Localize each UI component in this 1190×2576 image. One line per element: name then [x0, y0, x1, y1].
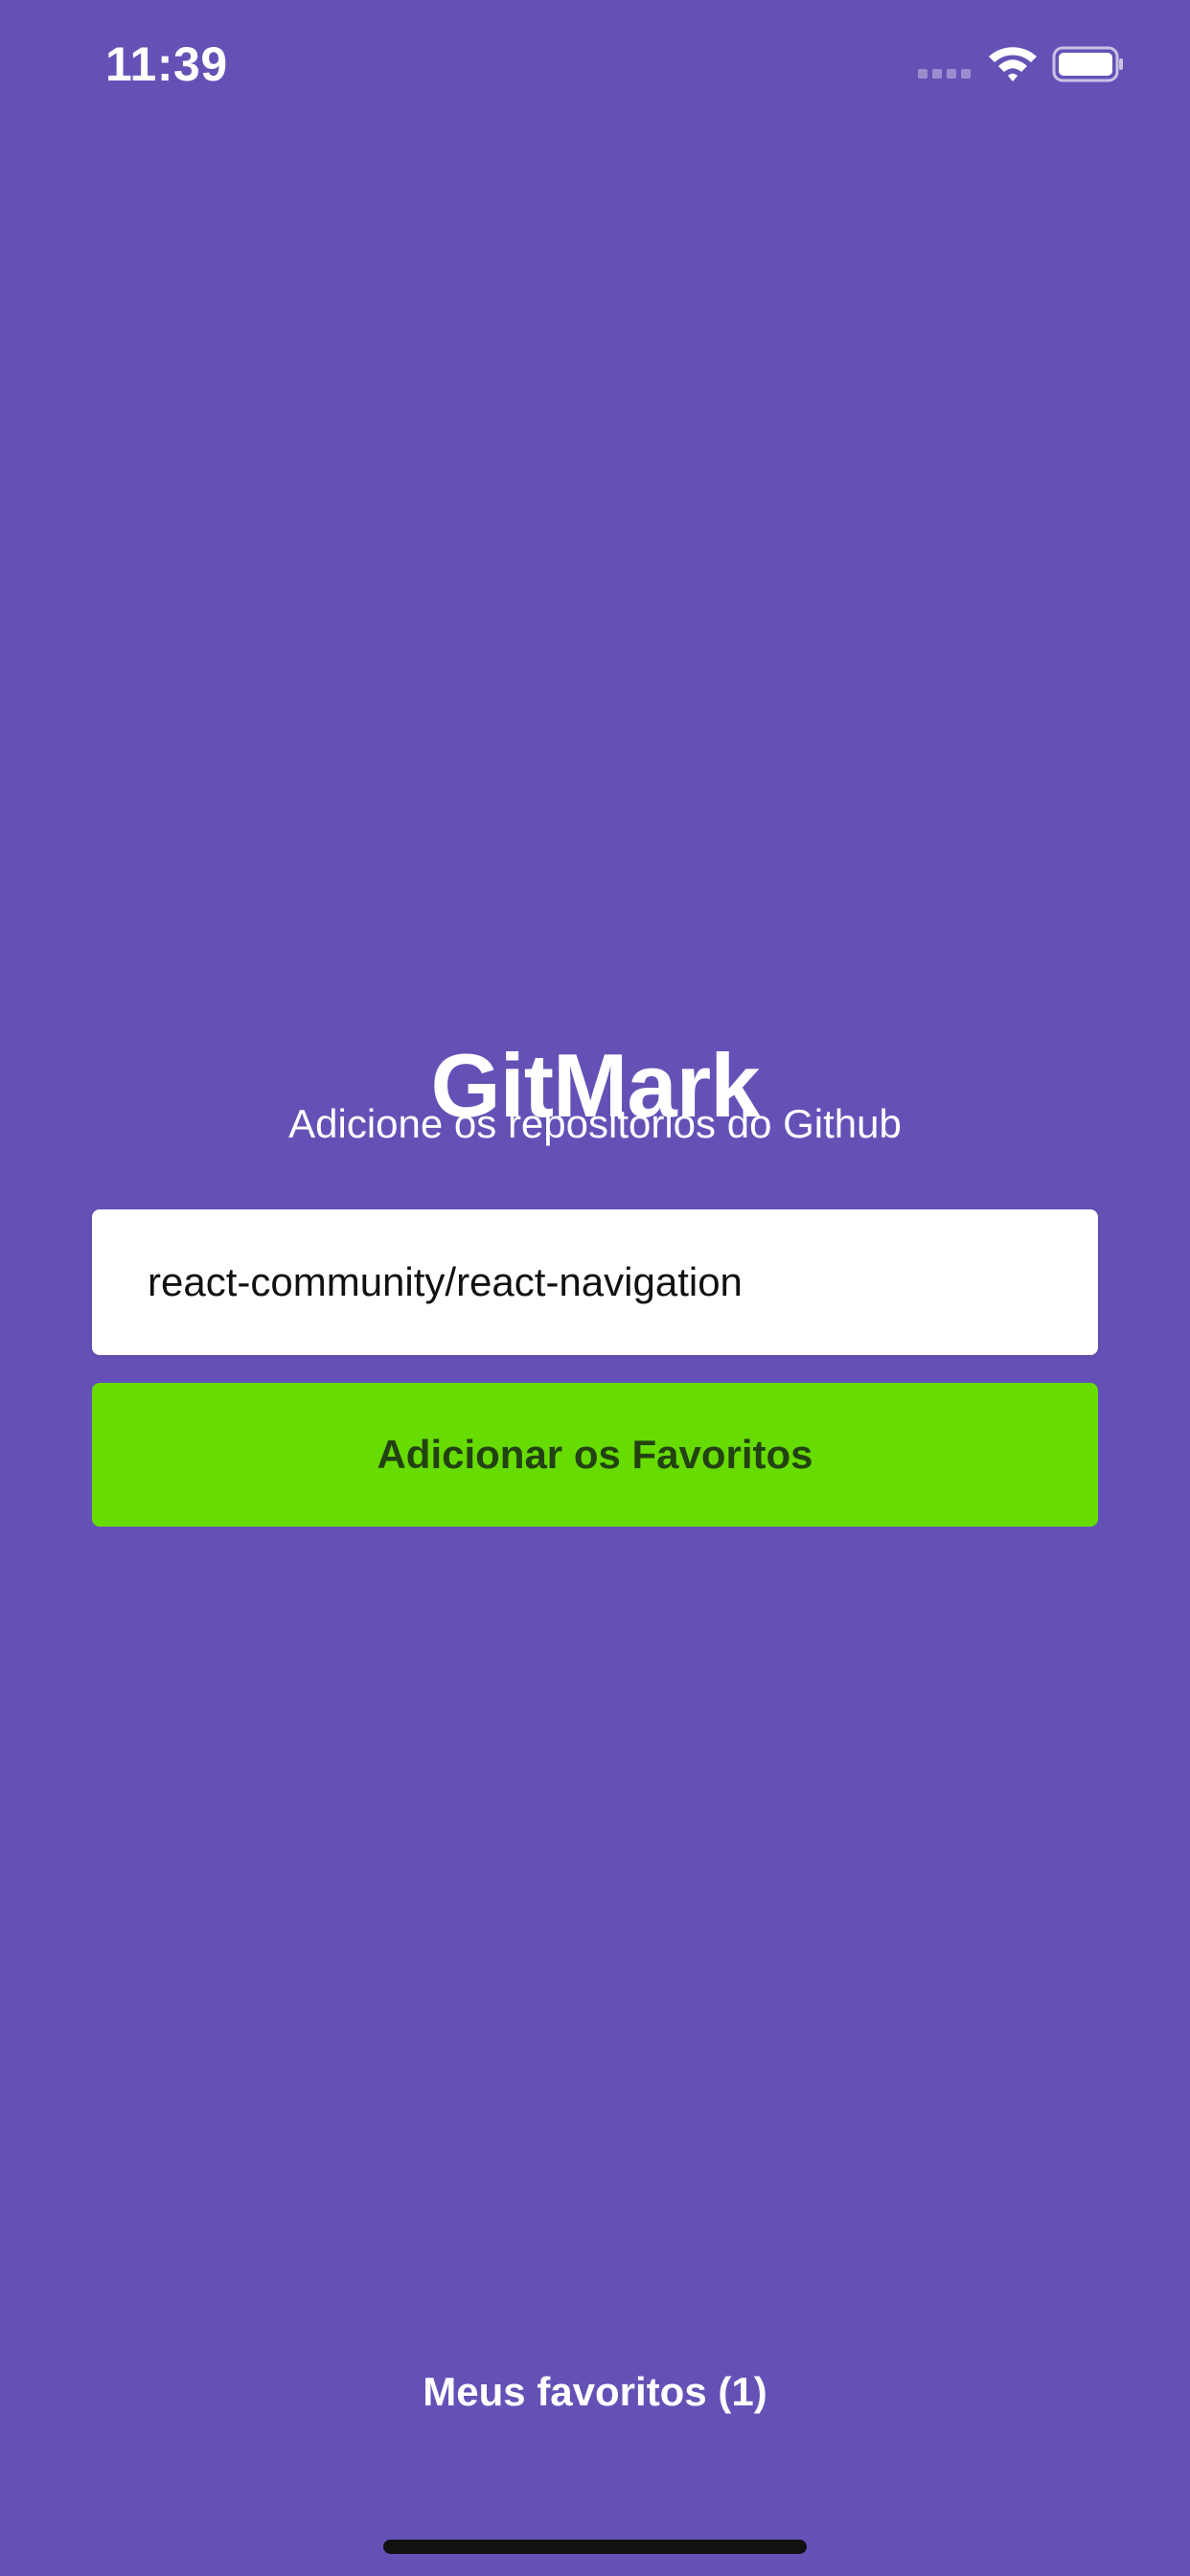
- battery-icon: [1052, 46, 1123, 82]
- signal-bar: [932, 69, 942, 79]
- signal-bar: [947, 69, 956, 79]
- my-favorites-link[interactable]: Meus favoritos (1): [0, 2366, 1190, 2418]
- status-bar: 11:39: [0, 0, 1190, 126]
- signal-bar: [918, 69, 927, 79]
- signal-bar: [961, 69, 971, 79]
- app-subtitle: Adicione os repositórios do Github: [288, 1101, 902, 1146]
- home-indicator: [383, 2540, 807, 2554]
- add-favorites-button[interactable]: Adicionar os Favoritos: [92, 1383, 1098, 1527]
- repository-input[interactable]: [92, 1209, 1098, 1355]
- status-time: 11:39: [105, 37, 228, 91]
- cellular-signal-icon: [918, 69, 973, 80]
- wifi-icon: [989, 47, 1037, 81]
